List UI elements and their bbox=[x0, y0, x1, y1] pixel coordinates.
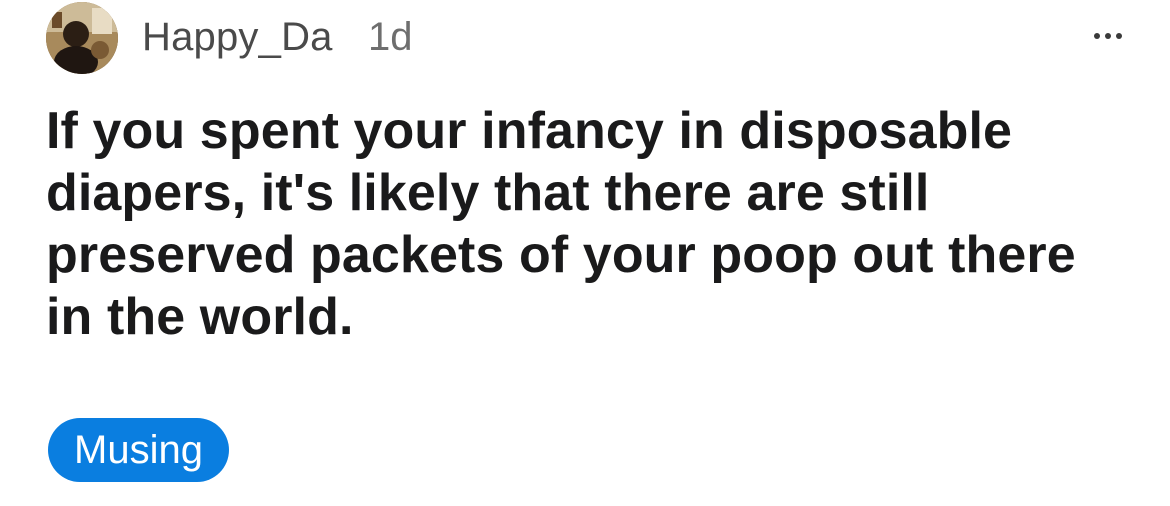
post-age: 1d bbox=[368, 15, 413, 59]
author-username[interactable]: Happy_Da bbox=[142, 13, 333, 61]
post-card: Happy_Da 1d If you spent your infancy in… bbox=[0, 0, 1170, 506]
post-flair-badge[interactable]: Musing bbox=[48, 418, 229, 482]
post-header: Happy_Da 1d bbox=[46, 2, 1130, 74]
more-options-button[interactable] bbox=[1086, 14, 1130, 58]
avatar[interactable] bbox=[46, 2, 118, 74]
user-avatar-icon bbox=[46, 2, 118, 74]
post-title[interactable]: If you spent your infancy in disposable … bbox=[46, 100, 1126, 348]
more-horizontal-icon bbox=[1092, 33, 1125, 39]
